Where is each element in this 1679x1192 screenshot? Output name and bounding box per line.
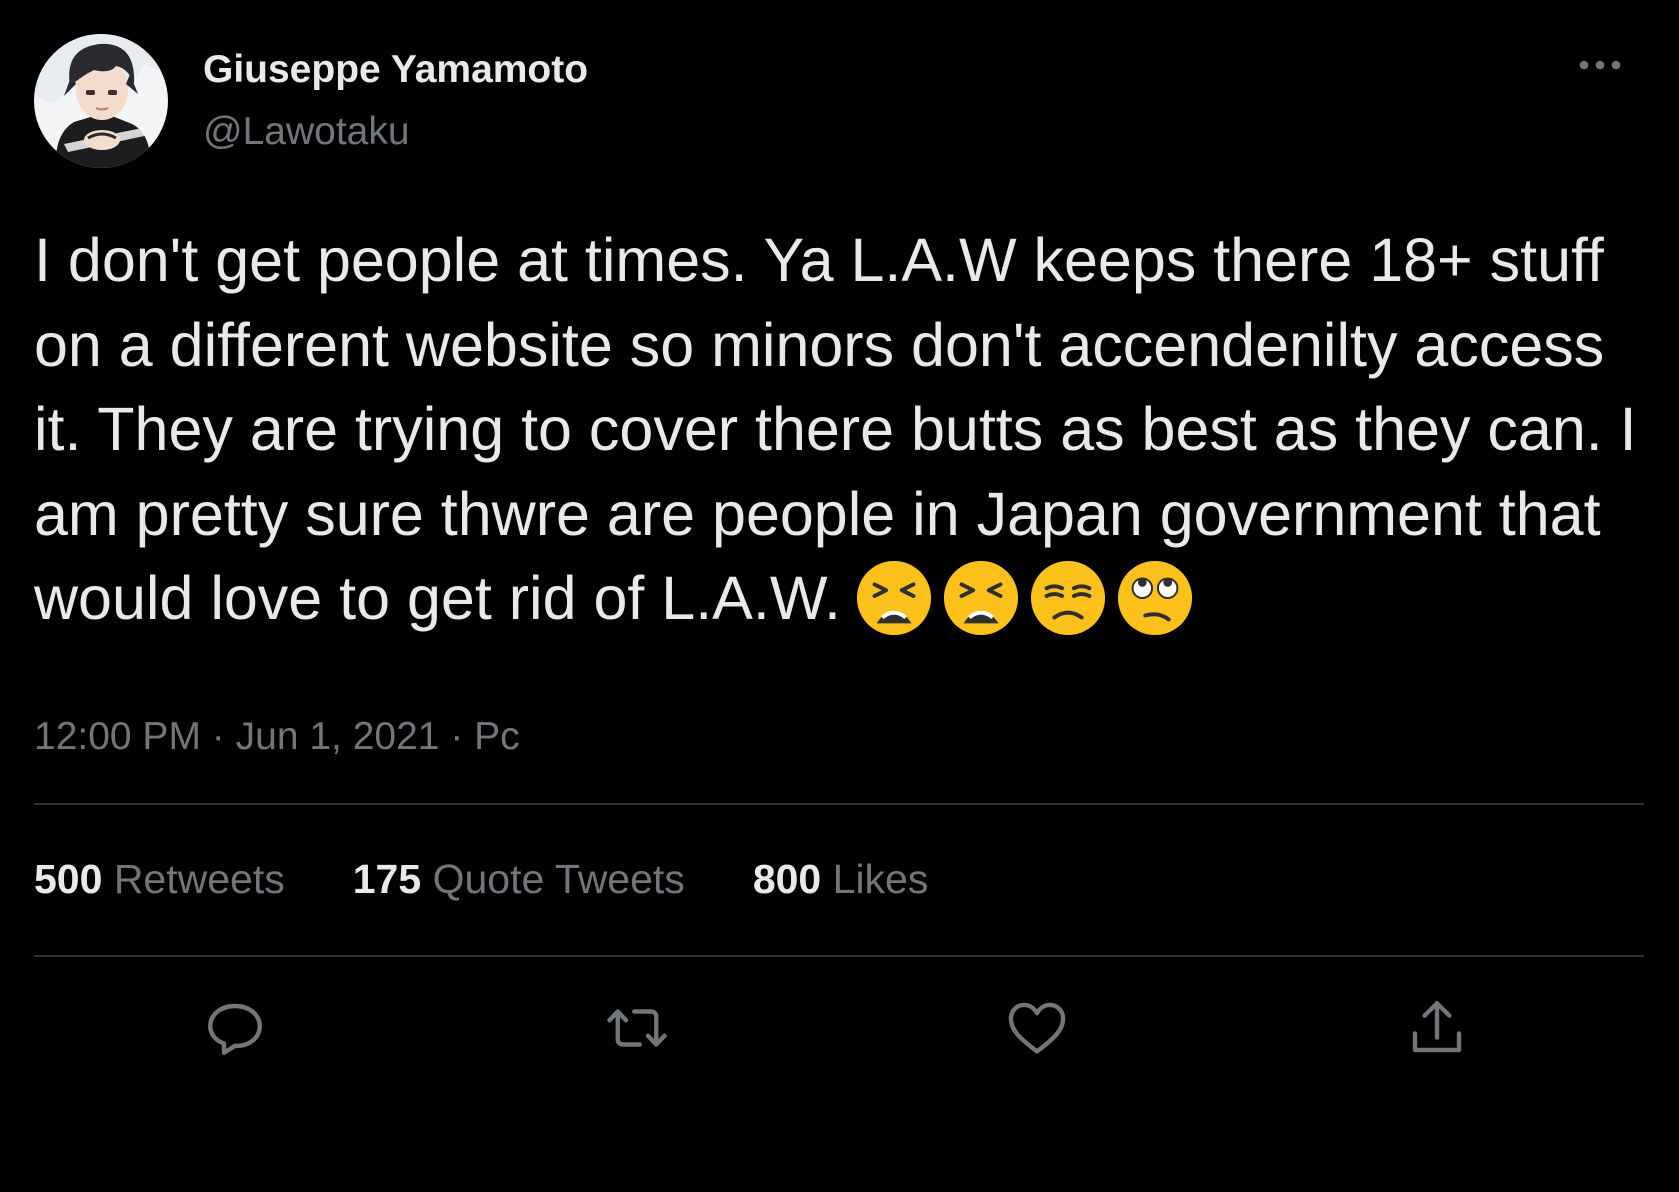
emoji-group [855,559,1203,659]
quote-tweets-count: 175 [352,856,422,902]
retweets-count: 500 [34,856,103,902]
meta-separator: · [211,714,225,758]
retweets-label: Retweets [113,856,285,902]
author-display-name[interactable]: Giuseppe Yamamoto [203,44,588,96]
retweets-stat[interactable]: 500 Retweets [34,856,285,903]
anime-character-avatar-icon [34,34,168,168]
share-icon[interactable] [1404,995,1470,1061]
retweet-icon[interactable] [604,995,670,1061]
likes-stat[interactable]: 800 Likes [753,856,929,903]
tweet-card: Giuseppe Yamamoto @Lawotaku I don't get … [34,34,1644,1097]
eye-roll-emoji-icon [1117,560,1193,636]
tweet-source: Pc [474,714,520,758]
quote-tweets-label: Quote Tweets [432,856,685,902]
meta-separator: · [450,714,464,758]
quote-tweets-stat[interactable]: 175 Quote Tweets [353,856,685,903]
tweet-date[interactable]: Jun 1, 2021 [236,715,440,758]
avatar[interactable] [34,34,168,168]
tweet-stats: 500 Retweets 175 Quote Tweets 800 Likes [34,805,1644,955]
tired-face-emoji-icon [943,560,1019,636]
tweet-time[interactable]: 12:00 PM [34,715,201,758]
likes-label: Likes [832,856,929,902]
tweet-meta: 12:00 PM · Jun 1, 2021 · Pc [34,711,1644,763]
likes-count: 800 [752,856,822,902]
heart-icon[interactable] [1004,995,1070,1061]
unamused-face-emoji-icon [1030,560,1106,636]
tweet-header: Giuseppe Yamamoto @Lawotaku [34,34,1644,168]
author-names: Giuseppe Yamamoto @Lawotaku [203,44,588,158]
tweet-text: I don't get people at times. Ya L.A.W ke… [34,218,1644,659]
tweet-text-content: I don't get people at times. Ya L.A.W ke… [34,226,1637,632]
more-horizontal-icon[interactable] [1576,50,1624,80]
author-handle[interactable]: @Lawotaku [203,106,588,158]
tweet-actions [34,957,1644,1097]
tired-face-emoji-icon [856,560,932,636]
reply-icon[interactable] [202,995,268,1061]
